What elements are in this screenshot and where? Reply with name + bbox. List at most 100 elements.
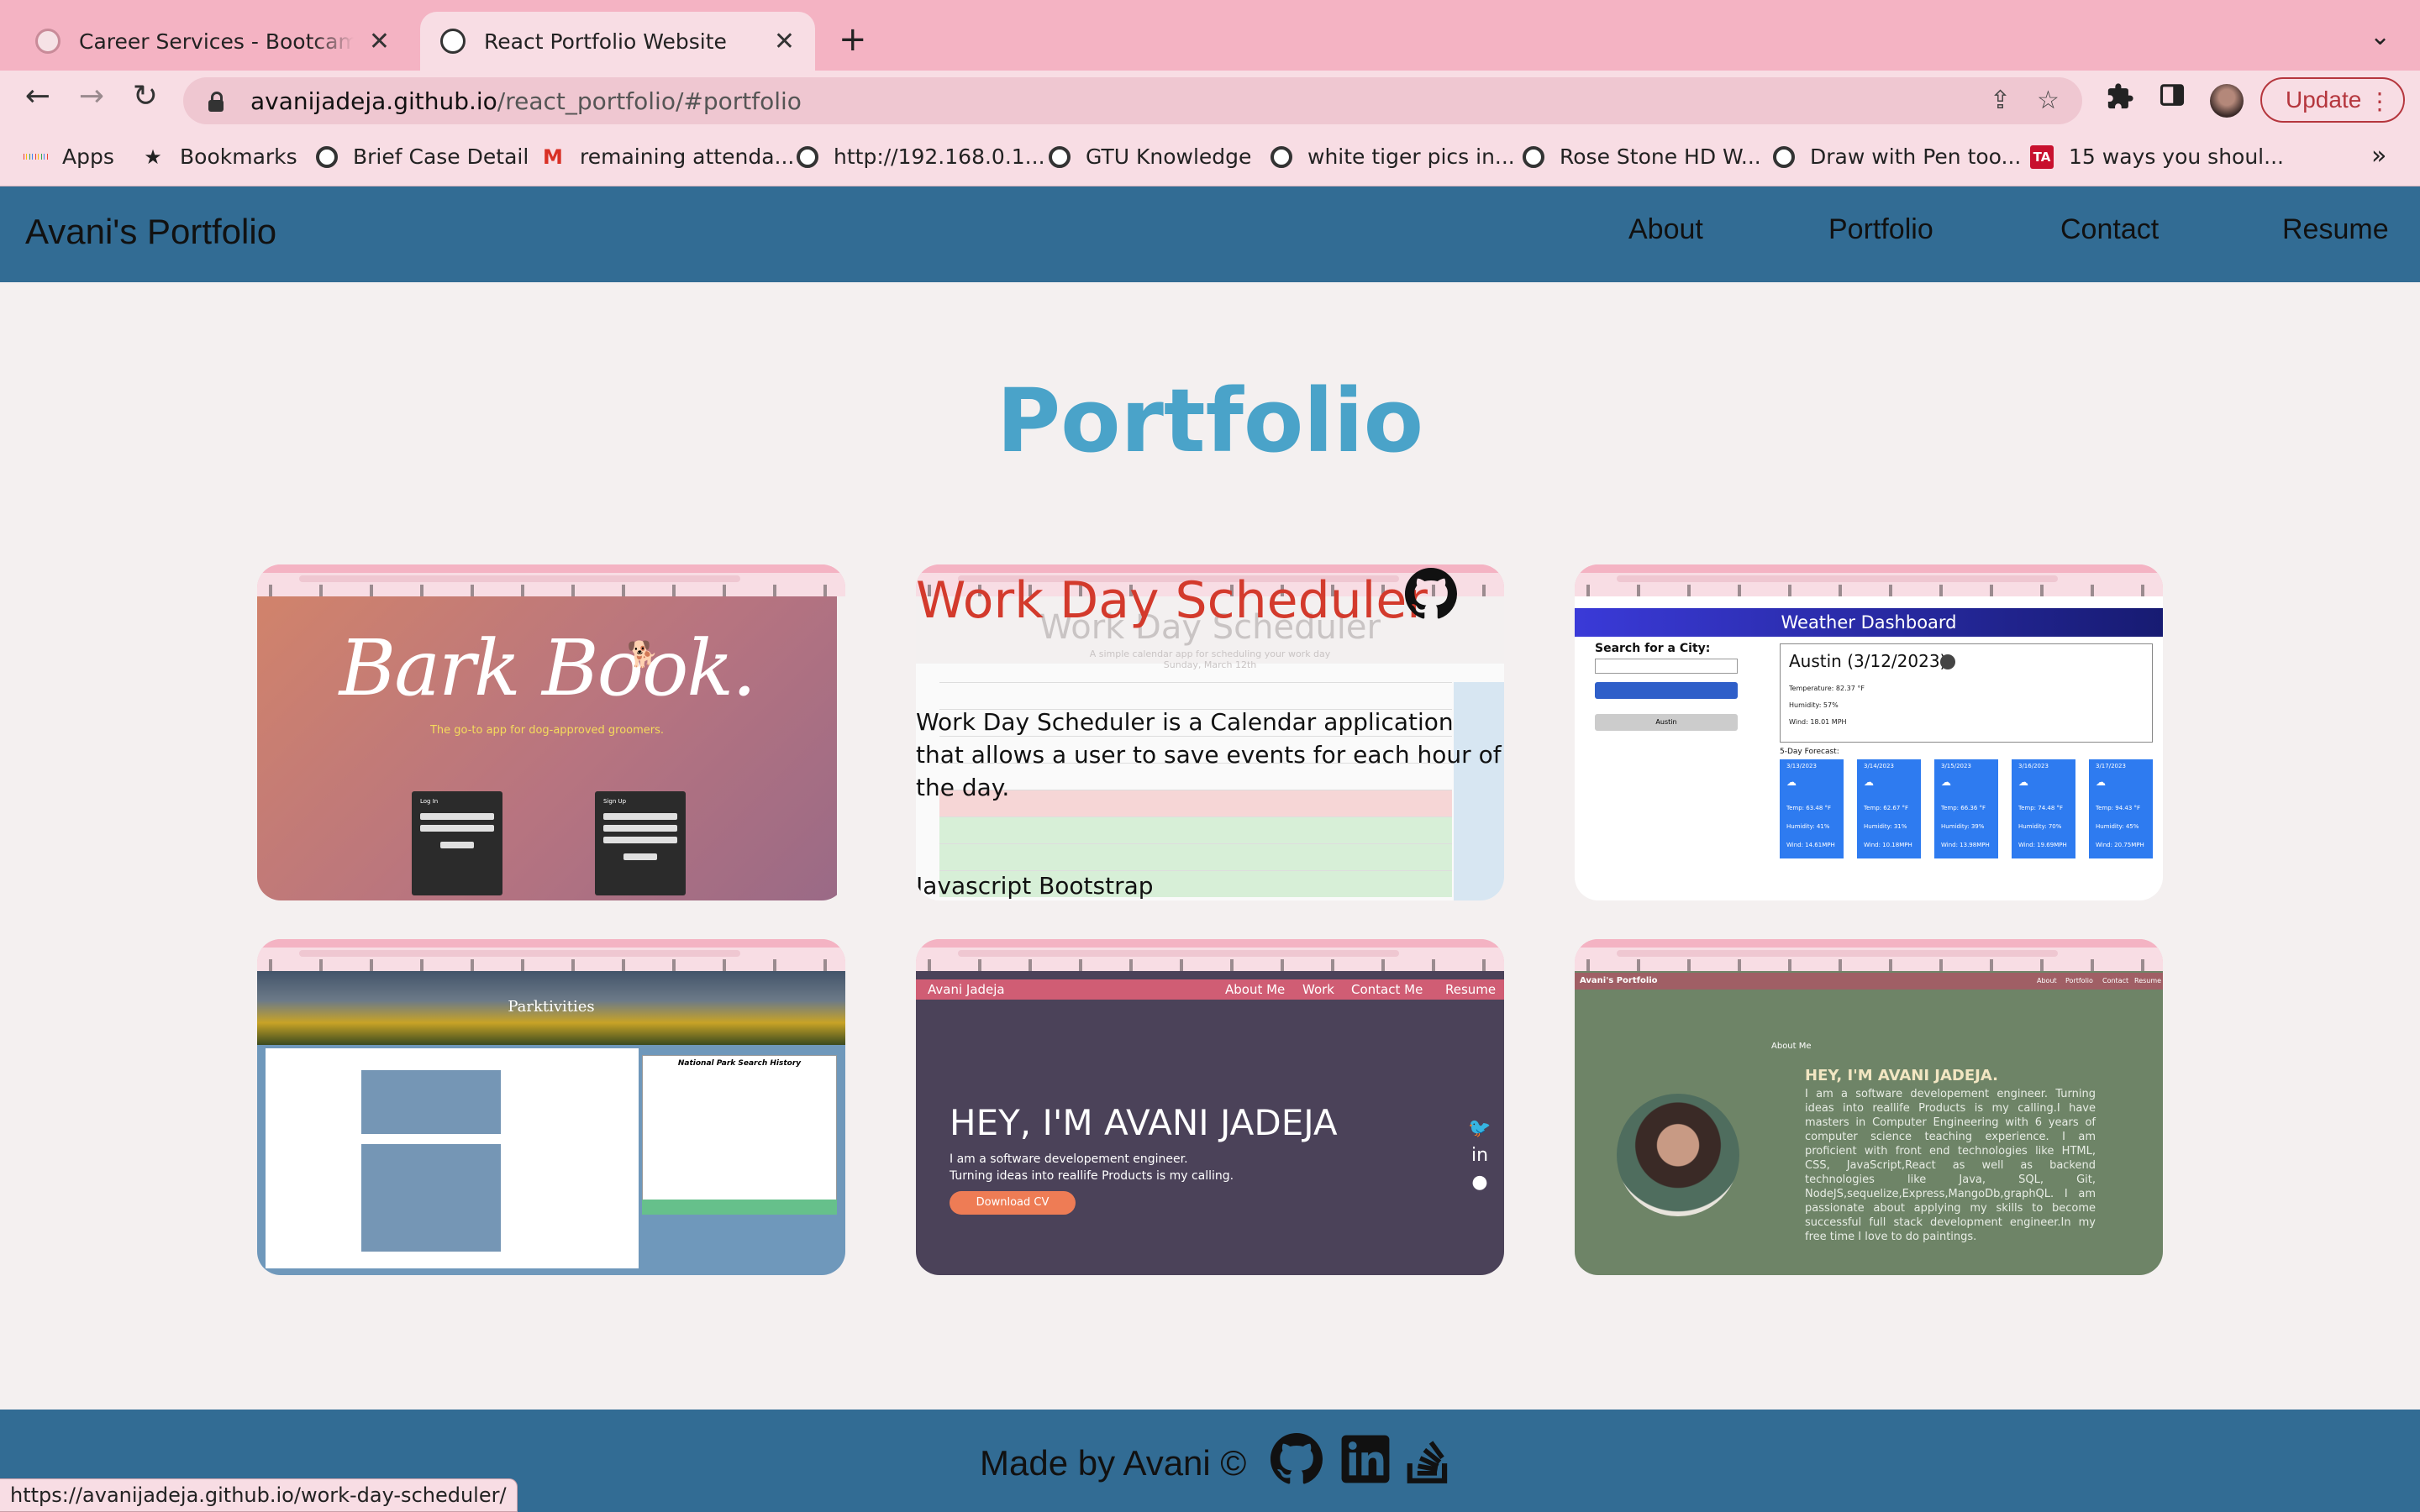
profile-avatar[interactable] [2210,84,2244,118]
search-label: Search for a City: [1595,642,1711,655]
park-search-history: National Park Search History [642,1055,837,1206]
project-card-avani-jadeja[interactable]: Avani Jadeja About Me Work Contact Me Re… [916,939,1504,1275]
screenshot-browser-chrome [1575,564,2163,596]
globe-icon [1270,145,1292,168]
more-bookmarks-icon[interactable]: » [2371,141,2386,171]
tab-career-services[interactable]: Career Services - Bootcamp: Ur ✕ [15,12,410,71]
browser-tab-strip: Career Services - Bootcamp: Ur ✕ React P… [0,0,2420,71]
history-city-button: Austin [1595,714,1738,731]
share-icon[interactable]: ⇪ [1990,86,2011,115]
url-path: /react_portfolio/#portfolio [497,87,802,115]
status-bar-url: https://avanijadeja.github.io/work-day-s… [0,1478,518,1512]
forward-arrow-icon[interactable]: → [71,79,113,113]
bookmark-bookmarks[interactable]: ★ Bookmarks [141,144,297,169]
project-card-bark-book[interactable]: Bark Book. 🐕 The go-to app for dog-appro… [257,564,845,900]
ta-icon: TA [2030,144,2054,169]
star-icon: ★ [144,144,162,169]
project-card-about-me[interactable]: Avani's Portfolio About Portfolio Contac… [1575,939,2163,1275]
project-card-parktivities[interactable]: Parktivities National Park Search Histor… [257,939,845,1275]
back-arrow-icon[interactable]: ← [17,79,59,113]
update-button[interactable]: Update ⋮ [2260,77,2405,123]
forecast-day: 3/16/2023 ☁ Temp: 74.48 °F Humidity: 70%… [2012,759,2075,858]
screenshot-nav: Avani's Portfolio About Portfolio Contac… [1575,973,2163,990]
lock-icon [207,92,225,112]
login-form: Log In [412,791,502,895]
screenshot-browser-chrome [257,939,845,971]
stack-overflow-icon[interactable] [1403,1433,1455,1485]
weather-icon [1940,654,1955,669]
profile-photo [1617,1094,1739,1216]
social-icons: 🐦 in ● [1467,1116,1492,1196]
bookmark-apps[interactable]: Apps [24,144,114,169]
project-card-weather-dashboard[interactable]: Weather Dashboard Search for a City: Aus… [1575,564,2163,900]
address-bar[interactable]: avanijadeja.github.io/react_portfolio/#p… [183,77,2082,124]
globe-icon [1049,145,1071,168]
github-icon[interactable] [1270,1433,1323,1485]
park-instructions [361,1144,501,1252]
nav-portfolio[interactable]: Portfolio [1828,213,1933,246]
bookmark-gmail[interactable]: M remaining attenda... [541,144,794,169]
close-tab-icon[interactable]: ✕ [354,27,390,56]
screenshot-browser-chrome [257,564,845,596]
page-title: Portfolio [996,370,1424,472]
browser-toolbar: ← → ↻ avanijadeja.github.io/react_portfo… [0,71,2420,129]
tab-title: React Portfolio Website [484,29,727,54]
linkedin-icon[interactable] [1339,1433,1392,1485]
park-search-form [361,1070,501,1134]
screenshot-nav: Avani Jadeja About Me Work Contact Me Re… [916,979,1504,1000]
hero-line: Turning ideas into reallife Products is … [950,1169,1234,1183]
globe-icon [316,145,338,168]
tab-title: Career Services - Bootcamp: Ur [79,29,354,54]
project-card-work-day-scheduler[interactable]: Work Day Scheduler A simple calendar app… [916,564,1504,900]
site-header: Avani's Portfolio About Portfolio Contac… [0,186,2420,282]
github-icon[interactable] [1405,568,1457,620]
bookmark-rose-stone[interactable]: Rose Stone HD W... [1523,144,1761,169]
globe-icon [1523,145,1544,168]
bookmark-brief-case[interactable]: Brief Case Detail [316,144,529,169]
url-host: avanijadeja.github.io [250,87,497,115]
forecast-day: 3/17/2023 ☁ Temp: 94.43 °F Humidity: 45%… [2089,759,2153,858]
current-weather: Austin (3/12/2023) Temperature: 82.37 °F… [1780,643,2153,743]
bookmark-gtu[interactable]: GTU Knowledge [1049,144,1251,169]
hero-line: I am a software developement engineer. [950,1152,1188,1166]
twitter-icon: 🐦 [1468,1118,1491,1139]
nav-contact[interactable]: Contact [2060,213,2159,246]
site-brand[interactable]: Avani's Portfolio [25,212,276,252]
update-label: Update [2286,87,2362,113]
about-heading: HEY, I'M AVANI JADEJA. [1805,1067,1998,1084]
github-icon: ● [1471,1172,1488,1193]
bookmark-draw-pen[interactable]: Draw with Pen too... [1773,144,2021,169]
nav-about[interactable]: About [1628,213,1703,246]
clear-history-button [642,1200,837,1215]
side-panel-icon[interactable] [2160,82,2185,114]
globe-icon [1773,145,1795,168]
extensions-puzzle-icon[interactable] [2106,82,2134,118]
bookmark-router[interactable]: http://192.168.0.1... [797,144,1045,169]
weather-header: Weather Dashboard [1575,608,2163,637]
close-tab-icon[interactable]: ✕ [759,27,795,56]
park-title: Parktivities [508,998,595,1016]
project-description: Work Day Scheduler is a Calendar applica… [916,708,1502,801]
project-title: Work Day Scheduler [916,571,1428,630]
city-input [1595,659,1738,674]
tab-react-portfolio[interactable]: React Portfolio Website ✕ [420,12,815,71]
tab-favicon-icon [35,29,60,54]
apps-grid-icon [24,145,47,169]
bookmark-white-tiger[interactable]: white tiger pics in... [1270,144,1515,169]
bookmark-star-icon[interactable]: ☆ [2037,86,2060,115]
search-button [1595,682,1738,699]
about-label: About Me [1771,1042,1812,1051]
globe-icon [440,29,466,54]
tab-search-chevron-icon[interactable]: ⌄ [2370,22,2391,51]
bookmarks-bar: Apps ★ Bookmarks Brief Case Detail M rem… [0,129,2420,186]
bookmark-15-ways[interactable]: TA 15 ways you shoul... [2030,144,2284,169]
gmail-icon: M [543,144,563,169]
screenshot-subtitle: A simple calendar app for scheduling you… [1089,648,1331,670]
about-paragraph: I am a software developement engineer. T… [1805,1088,2096,1243]
new-tab-button[interactable]: + [839,20,867,59]
reload-icon[interactable]: ↻ [124,79,166,113]
bark-book-tagline: The go-to app for dog-approved groomers. [429,724,665,737]
kebab-menu-icon: ⋮ [2368,88,2391,114]
nav-resume[interactable]: Resume [2282,213,2389,246]
forecast-day: 3/13/2023 ☁ Temp: 63.48 °F Humidity: 41%… [1780,759,1844,858]
